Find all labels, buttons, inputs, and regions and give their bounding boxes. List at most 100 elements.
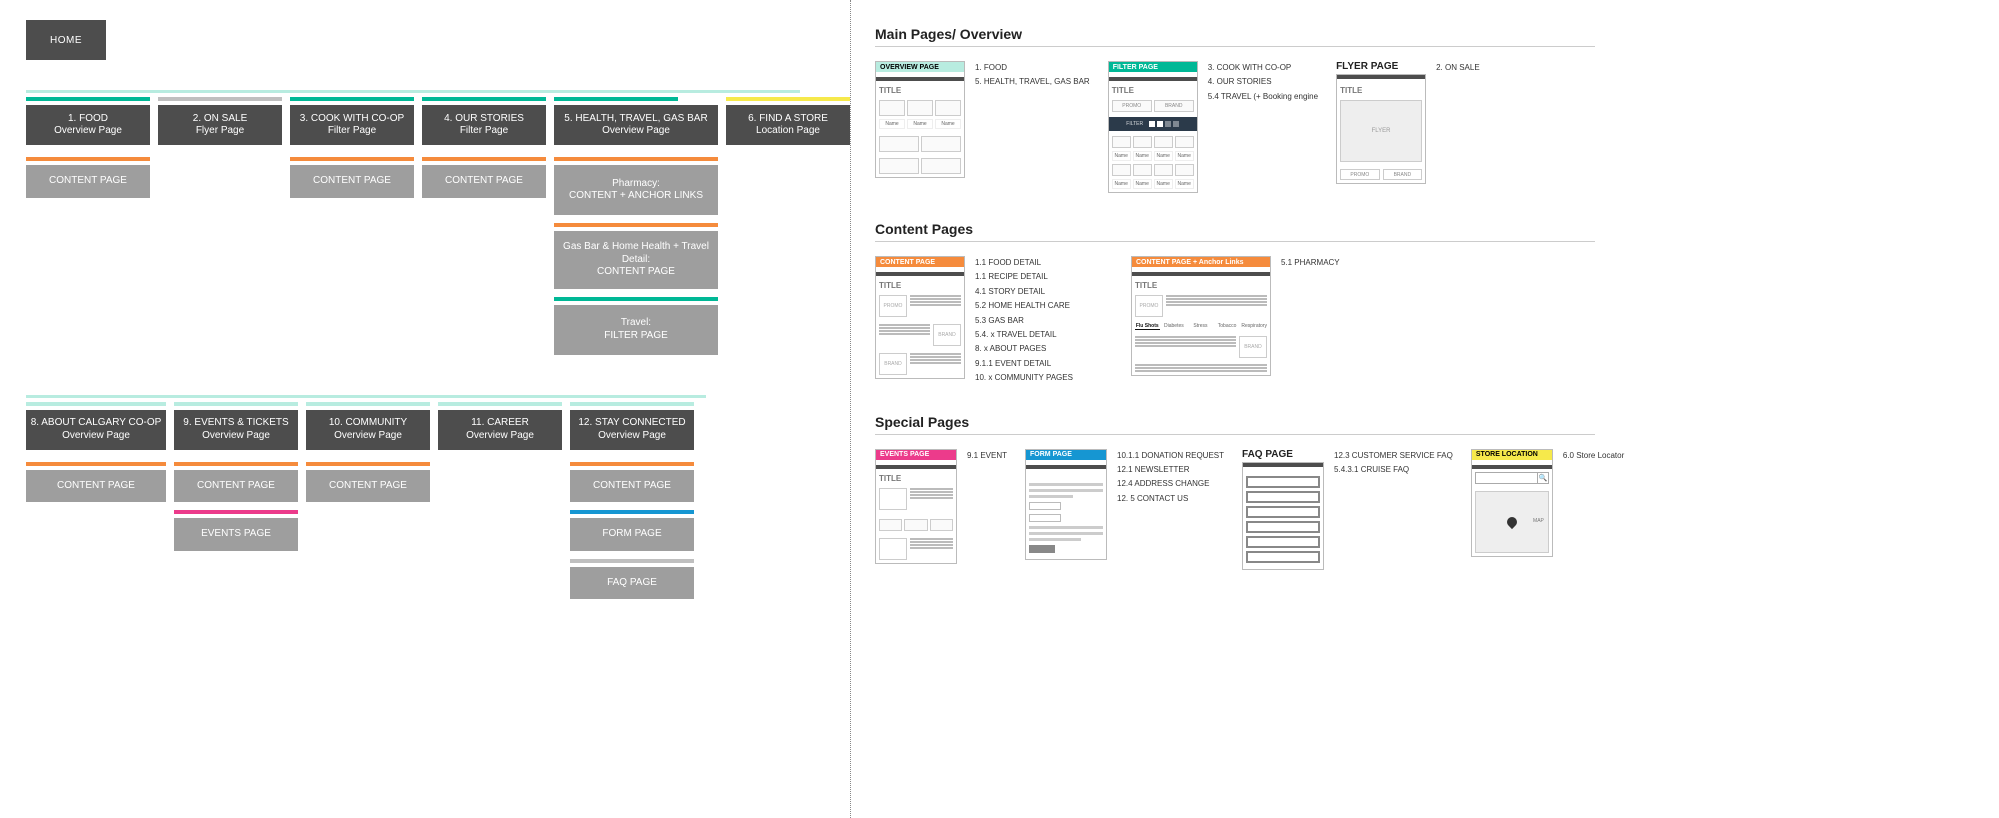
node-sc-form[interactable]: FORM PAGE	[570, 518, 694, 551]
list-item: 1. FOOD	[975, 61, 1090, 75]
chip-label: Name	[1154, 179, 1173, 189]
node-find-store[interactable]: 6. FIND A STORE Location Page	[726, 105, 850, 145]
list-item: 5.4.3.1 CRUISE FAQ	[1334, 463, 1453, 477]
cap	[438, 402, 562, 406]
node-subtitle: Filter Page	[460, 125, 508, 138]
section-title-main: Main Pages/ Overview	[875, 26, 1979, 42]
node-food[interactable]: 1. FOOD Overview Page	[26, 105, 150, 145]
filter-label: FILTER	[1126, 121, 1143, 127]
form-lines	[1029, 483, 1103, 556]
list-item: 2. ON SALE	[1436, 61, 1480, 75]
node-child-label: Travel:	[621, 317, 651, 330]
list-item: 6.0 Store Locator	[1563, 449, 1624, 463]
node-subtitle: Filter Page	[328, 125, 376, 138]
node-events-events[interactable]: EVENTS PAGE	[174, 518, 298, 551]
node-subtitle: Overview Page	[54, 125, 122, 138]
tab: Flu Shots	[1135, 323, 1160, 330]
thumb-header: EVENTS PAGE	[876, 450, 956, 460]
chip-label: Name	[1175, 179, 1194, 189]
node-on-sale[interactable]: 2. ON SALE Flyer Page	[158, 105, 282, 145]
list-item: 5.4. x TRAVEL DETAIL	[975, 328, 1073, 342]
node-subtitle: Overview Page	[334, 430, 402, 443]
node-pharmacy[interactable]: Pharmacy: CONTENT + ANCHOR LINKS	[554, 165, 718, 215]
list-item: 12.3 CUSTOMER SERVICE FAQ	[1334, 449, 1453, 463]
node-cook[interactable]: 3. COOK WITH CO-OP Filter Page	[290, 105, 414, 145]
thumb-title: TITLE	[879, 472, 953, 485]
list-item: 5.1 PHARMACY	[1281, 256, 1340, 270]
cap	[26, 97, 150, 101]
flyer-list: 2. ON SALE	[1436, 61, 1480, 75]
node-cook-content[interactable]: CONTENT PAGE	[290, 165, 414, 198]
node-events-content[interactable]: CONTENT PAGE	[174, 470, 298, 503]
cap	[726, 97, 850, 101]
cap	[422, 97, 546, 101]
type-form: FORM PAGE 10.1.1 DONATION REQUEST 12.1 N…	[1025, 449, 1224, 560]
node-sc-content[interactable]: CONTENT PAGE	[570, 470, 694, 503]
chip-label: Name	[1133, 151, 1152, 161]
chip-label: Name	[935, 119, 961, 129]
node-stories[interactable]: 4. OUR STORIES Filter Page	[422, 105, 546, 145]
tab: Diabetes	[1162, 323, 1187, 330]
node-stay-connected[interactable]: 12. STAY CONNECTED Overview Page	[570, 410, 694, 450]
chip-label: Name	[1175, 151, 1194, 161]
node-title: 9. EVENTS & TICKETS	[183, 417, 288, 430]
node-title: 3. COOK WITH CO-OP	[300, 113, 404, 126]
cap	[306, 402, 430, 406]
list-item: 5.3 GAS BAR	[975, 314, 1073, 328]
cap	[306, 462, 430, 466]
tab: Respiratory	[1241, 323, 1267, 330]
list-item: 1.1 RECIPE DETAIL	[975, 270, 1073, 284]
type-store-location: STORE LOCATION 🔍 MAP 6.0 Store Locator	[1471, 449, 1624, 557]
thumb-img: PROMO	[1135, 295, 1163, 317]
chip-label: Name	[1154, 151, 1173, 161]
thumb-header: FORM PAGE	[1026, 450, 1106, 460]
node-community[interactable]: 10. COMMUNITY Overview Page	[306, 410, 430, 450]
node-career[interactable]: 11. CAREER Overview Page	[438, 410, 562, 450]
sitemap-pane: HOME 1. FOOD Overview Page CONTENT PAGE …	[0, 0, 850, 818]
chip-label: Name	[1133, 179, 1152, 189]
content-thumb: CONTENT PAGE TITLE PROMO BRAND BRAND	[875, 256, 965, 379]
list-item: 12. 5 CONTACT US	[1117, 492, 1224, 506]
node-home[interactable]: HOME	[26, 20, 106, 60]
thumb-img: BRAND	[933, 324, 961, 346]
node-title: 6. FIND A STORE	[748, 113, 828, 126]
content-pages-row: CONTENT PAGE TITLE PROMO BRAND BRAND	[875, 256, 1979, 386]
node-health[interactable]: 5. HEALTH, TRAVEL, GAS BAR Overview Page	[554, 105, 718, 145]
list-item: 10. x COMMUNITY PAGES	[975, 371, 1073, 385]
list-item: 4. OUR STORIES	[1208, 75, 1318, 89]
sitemap-row-1: 1. FOOD Overview Page CONTENT PAGE 2. ON…	[26, 97, 830, 355]
thumb-img: BRAND	[1239, 336, 1267, 358]
flyer-header: FLYER PAGE	[1336, 61, 1426, 72]
thumb-nav	[1472, 465, 1552, 469]
flyer-thumb: TITLE FLYER PROMO BRAND	[1336, 74, 1426, 184]
thumb-nav	[876, 272, 964, 276]
map-pin-icon	[1505, 514, 1519, 528]
node-sc-faq[interactable]: FAQ PAGE	[570, 567, 694, 600]
thumb-header: CONTENT PAGE	[876, 257, 964, 267]
node-about-content[interactable]: CONTENT PAGE	[26, 470, 166, 503]
thumb-nav	[1337, 75, 1425, 79]
node-travel[interactable]: Travel: FILTER PAGE	[554, 305, 718, 355]
thumb-nav	[1109, 77, 1197, 81]
node-subtitle: Flyer Page	[196, 125, 244, 138]
row1-connector	[26, 90, 800, 93]
flyer-block: FLYER	[1340, 100, 1422, 162]
chip-label: Name	[1112, 179, 1131, 189]
node-food-content[interactable]: CONTENT PAGE	[26, 165, 150, 198]
cap	[570, 559, 694, 563]
thumb-title: TITLE	[1340, 84, 1422, 97]
thumb-img: PROMO	[879, 295, 907, 317]
chip-label: Name	[879, 119, 905, 129]
node-events[interactable]: 9. EVENTS & TICKETS Overview Page	[174, 410, 298, 450]
node-community-content[interactable]: CONTENT PAGE	[306, 470, 430, 503]
cap	[26, 462, 166, 466]
node-stories-content[interactable]: CONTENT PAGE	[422, 165, 546, 198]
thumb-nav	[876, 465, 956, 469]
node-title: 10. COMMUNITY	[329, 417, 407, 430]
node-gasbar[interactable]: Gas Bar & Home Health + Travel Detail: C…	[554, 231, 718, 289]
form-list: 10.1.1 DONATION REQUEST 12.1 NEWSLETTER …	[1117, 449, 1224, 507]
events-thumb: EVENTS PAGE TITLE	[875, 449, 957, 564]
node-about[interactable]: 8. ABOUT CALGARY CO-OP Overview Page	[26, 410, 166, 450]
node-title: 8. ABOUT CALGARY CO-OP	[31, 417, 162, 430]
node-child-sub: FILTER PAGE	[604, 330, 668, 343]
